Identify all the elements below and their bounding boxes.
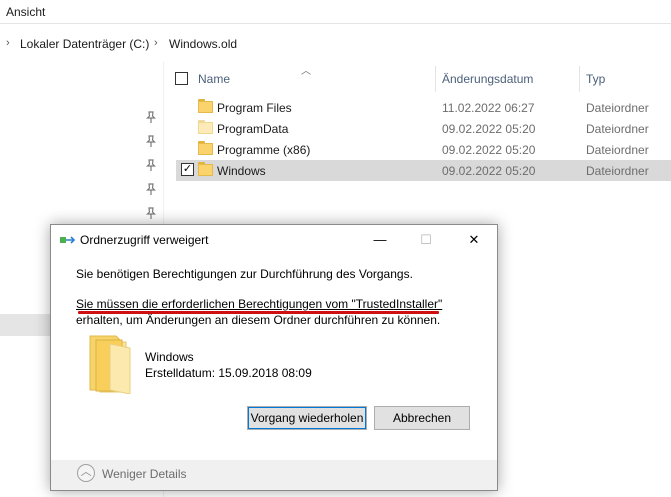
minimize-button[interactable]: —	[357, 225, 403, 255]
column-date[interactable]: Änderungsdatum	[442, 72, 533, 86]
dialog-message: Sie benötigen Berechtigungen zur Durchfü…	[76, 267, 413, 281]
file-name: Programme (x86)	[217, 143, 311, 157]
ribbon: Ansicht	[0, 0, 671, 24]
dialog-footer: ︿ Weniger Details	[51, 460, 497, 490]
file-row-selected[interactable]: ✓ Windows 09.02.2022 05:20 Dateiordner	[176, 160, 671, 181]
chevron-up-icon[interactable]: ︿	[77, 464, 95, 482]
pin-icon[interactable]	[144, 207, 158, 221]
sort-ascending-icon: ︿	[301, 66, 311, 77]
dialog-permission-text: Sie müssen die erforderlichen Berechtigu…	[76, 297, 443, 311]
chevron-right-icon[interactable]: ›	[6, 37, 10, 49]
address-bar[interactable]: › Lokaler Datenträger (C:) › Windows.old	[0, 31, 671, 58]
cancel-button[interactable]: Abbrechen	[374, 406, 470, 430]
column-divider[interactable]	[435, 66, 436, 92]
folder-icon	[89, 335, 131, 394]
folder-icon	[198, 120, 213, 134]
pin-icon[interactable]	[144, 159, 158, 173]
file-type: Dateiordner	[586, 101, 649, 115]
breadcrumb-drive[interactable]: Lokaler Datenträger (C:)	[20, 37, 149, 51]
column-header: ︿ Name Änderungsdatum Typ	[165, 62, 671, 94]
folder-icon	[198, 99, 213, 113]
close-button[interactable]: ✕	[451, 225, 497, 255]
file-row[interactable]: Program Files 11.02.2022 06:27 Dateiordn…	[176, 97, 671, 118]
maximize-button: ☐	[420, 232, 432, 247]
folder-created-date: Erstelldatum: 15.09.2018 08:09	[145, 366, 312, 380]
folder-move-icon	[60, 236, 76, 244]
file-name: Windows	[217, 164, 266, 178]
chevron-right-icon[interactable]: ›	[154, 37, 158, 49]
column-type[interactable]: Typ	[586, 72, 605, 86]
dialog-body: Sie benötigen Berechtigungen zur Durchfü…	[51, 255, 497, 460]
dialog-titlebar[interactable]: Ordnerzugriff verweigert — ☐ ✕	[51, 225, 497, 255]
retry-button[interactable]: Vorgang wiederholen	[247, 406, 367, 430]
pin-icon[interactable]	[144, 183, 158, 197]
file-date: 09.02.2022 05:20	[442, 143, 536, 157]
tab-ansicht[interactable]: Ansicht	[6, 5, 45, 19]
file-name: ProgramData	[217, 122, 289, 136]
file-type: Dateiordner	[586, 122, 649, 136]
column-divider[interactable]	[579, 66, 580, 92]
file-row[interactable]: ProgramData 09.02.2022 05:20 Dateiordner	[176, 118, 671, 139]
dialog-title: Ordnerzugriff verweigert	[80, 233, 209, 247]
folder-icon	[198, 162, 213, 176]
row-checkbox[interactable]: ✓	[181, 163, 194, 176]
file-date: 09.02.2022 05:20	[442, 164, 536, 178]
dialog-permission-text-cont: erhalten, um Änderungen an diesem Ordner…	[76, 313, 441, 327]
breadcrumb-folder[interactable]: Windows.old	[169, 37, 237, 51]
access-denied-dialog: Ordnerzugriff verweigert — ☐ ✕ Sie benöt…	[50, 224, 498, 491]
file-row[interactable]: Programme (x86) 09.02.2022 05:20 Dateior…	[176, 139, 671, 160]
folder-name: Windows	[145, 350, 194, 364]
file-date: 09.02.2022 05:20	[442, 122, 536, 136]
file-date: 11.02.2022 06:27	[442, 101, 535, 115]
column-name[interactable]: Name	[198, 72, 230, 86]
file-type: Dateiordner	[586, 143, 649, 157]
file-type: Dateiordner	[586, 164, 649, 178]
select-all-checkbox[interactable]	[175, 72, 188, 85]
folder-icon	[198, 141, 213, 155]
pin-icon[interactable]	[144, 111, 158, 125]
nav-selected-item[interactable]	[0, 314, 50, 336]
file-name: Program Files	[217, 101, 292, 115]
fewer-details-link[interactable]: Weniger Details	[102, 467, 186, 481]
pin-icon[interactable]	[144, 135, 158, 149]
